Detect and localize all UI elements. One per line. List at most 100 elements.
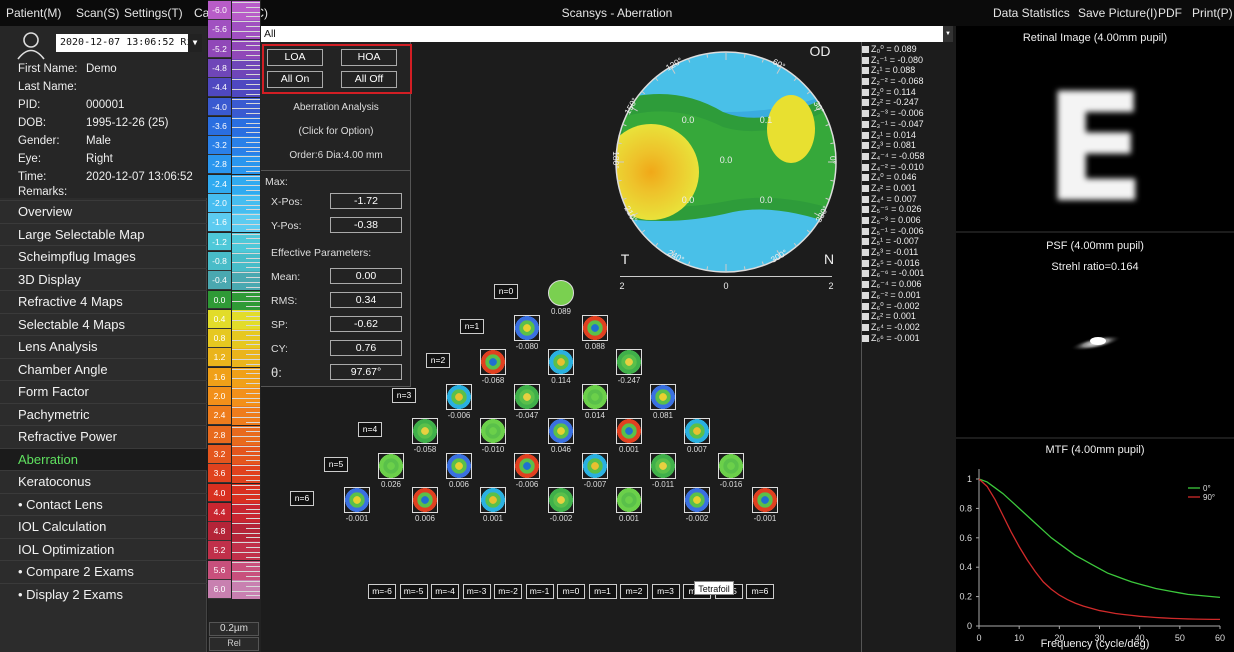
zernike-term-icon[interactable] xyxy=(548,418,574,444)
zernike-list-item[interactable]: Z₆⁶ = -0.001 xyxy=(862,333,954,344)
checkbox-icon[interactable] xyxy=(862,206,869,214)
zernike-term-icon[interactable] xyxy=(514,452,540,479)
menu-patient[interactable]: Patient(M) xyxy=(6,6,61,20)
sidebar-item-iol-optimization[interactable]: IOL Optimization xyxy=(0,537,207,561)
sidebar-item-3d-display[interactable]: 3D Display xyxy=(0,267,207,291)
checkbox-icon[interactable] xyxy=(862,259,869,267)
checkbox-icon[interactable] xyxy=(862,195,869,203)
sidebar-item-refractive-power[interactable]: Refractive Power xyxy=(0,425,207,448)
checkbox-icon[interactable] xyxy=(862,174,869,182)
menu-scan[interactable]: Scan(S) xyxy=(76,6,119,20)
zernike-list-item[interactable]: Z₁¹ = 0.088 xyxy=(862,65,954,76)
zernike-term-icon[interactable] xyxy=(684,487,710,513)
zernike-term-icon[interactable] xyxy=(412,418,438,444)
zernike-list-item[interactable]: Z₂⁰ = 0.114 xyxy=(862,87,954,98)
checkbox-icon[interactable] xyxy=(862,227,869,235)
sidebar-item-pachymetric[interactable]: Pachymetric xyxy=(0,402,207,426)
zernike-list-item[interactable]: Z₅¹ = -0.007 xyxy=(862,236,954,247)
menu-save-picture[interactable]: Save Picture(I) xyxy=(1078,6,1157,20)
zernike-list-item[interactable]: Z₄² = 0.001 xyxy=(862,183,954,194)
zernike-list-item[interactable]: Z₄⁻⁴ = -0.058 xyxy=(862,151,954,162)
sidebar-item-chamber-angle[interactable]: Chamber Angle xyxy=(0,357,207,381)
zernike-term-icon[interactable] xyxy=(548,349,574,375)
zernike-term-icon[interactable] xyxy=(616,349,642,375)
checkbox-icon[interactable] xyxy=(862,334,869,342)
checkbox-icon[interactable] xyxy=(862,302,869,310)
checkbox-icon[interactable] xyxy=(862,313,869,321)
checkbox-icon[interactable] xyxy=(862,56,869,64)
checkbox-icon[interactable] xyxy=(862,88,869,96)
sidebar-item-keratoconus[interactable]: Keratoconus xyxy=(0,470,207,493)
checkbox-icon[interactable] xyxy=(862,249,869,257)
zernike-list-item[interactable]: Z₅³ = -0.011 xyxy=(862,247,954,258)
zernike-term-icon[interactable] xyxy=(548,280,574,306)
menu-pdf[interactable]: PDF xyxy=(1158,6,1182,20)
zernike-term-icon[interactable] xyxy=(480,487,506,513)
zernike-list-item[interactable]: Z₆⁻² = 0.001 xyxy=(862,290,954,301)
sidebar-item-compare-2-exams[interactable]: • Compare 2 Exams xyxy=(0,560,207,583)
all-off-button[interactable]: All Off xyxy=(341,71,397,88)
zernike-term-icon[interactable] xyxy=(582,314,608,341)
exam-select[interactable]: 2020-12-07 13:06:52 Right ▼ xyxy=(56,34,202,52)
sidebar-item-scheimpflug-images[interactable]: Scheimpflug Images xyxy=(0,245,207,268)
zernike-list-item[interactable]: Z₅⁻³ = 0.006 xyxy=(862,215,954,226)
checkbox-icon[interactable] xyxy=(862,46,869,53)
zernike-list-item[interactable]: Z₀⁰ = 0.089 xyxy=(862,44,954,55)
zernike-term-icon[interactable] xyxy=(582,383,608,410)
sidebar-item-overview[interactable]: Overview xyxy=(0,200,207,223)
checkbox-icon[interactable] xyxy=(862,270,869,278)
zernike-list-item[interactable]: Z₃³ = 0.081 xyxy=(862,140,954,151)
zernike-list-item[interactable]: Z₄⁻² = -0.010 xyxy=(862,162,954,173)
checkbox-icon[interactable] xyxy=(862,67,869,75)
hoa-button[interactable]: HOA xyxy=(341,49,397,66)
checkbox-icon[interactable] xyxy=(862,184,869,192)
zernike-term-icon[interactable] xyxy=(378,452,404,479)
zernike-list-item[interactable]: Z₅⁻⁵ = 0.026 xyxy=(862,204,954,215)
zernike-list-item[interactable]: Z₆⁰ = -0.002 xyxy=(862,301,954,312)
zernike-term-icon[interactable] xyxy=(684,418,710,444)
scale-mode[interactable]: Rel xyxy=(209,637,259,651)
checkbox-icon[interactable] xyxy=(862,120,869,128)
zernike-list-item[interactable]: Z₃⁻³ = -0.006 xyxy=(862,108,954,119)
option-hint[interactable]: (Click for Option) xyxy=(261,126,411,137)
zernike-term-icon[interactable] xyxy=(752,487,778,513)
zernike-list-item[interactable]: Z₅⁵ = -0.016 xyxy=(862,258,954,269)
checkbox-icon[interactable] xyxy=(862,152,869,160)
zernike-term-icon[interactable] xyxy=(514,314,540,341)
zernike-list-item[interactable]: Z₂² = -0.247 xyxy=(862,97,954,108)
checkbox-icon[interactable] xyxy=(862,78,869,86)
checkbox-icon[interactable] xyxy=(862,291,869,299)
sidebar-item-contact-lens[interactable]: • Contact Lens xyxy=(0,492,207,516)
zernike-list-item[interactable]: Z₆⁻⁴ = 0.006 xyxy=(862,279,954,290)
zernike-term-icon[interactable] xyxy=(650,383,676,410)
zernike-term-icon[interactable] xyxy=(650,452,676,479)
zernike-term-icon[interactable] xyxy=(480,349,506,375)
all-on-button[interactable]: All On xyxy=(267,71,323,88)
zernike-list-item[interactable]: Z₃¹ = 0.014 xyxy=(862,130,954,141)
checkbox-icon[interactable] xyxy=(862,110,869,118)
zernike-list-item[interactable]: Z₆² = 0.001 xyxy=(862,311,954,322)
zernike-list-item[interactable]: Z₁⁻¹ = -0.080 xyxy=(862,55,954,66)
zernike-term-icon[interactable] xyxy=(480,418,506,444)
checkbox-icon[interactable] xyxy=(862,131,869,139)
sidebar-item-aberration[interactable]: Aberration xyxy=(0,447,207,470)
sidebar-item-display-2-exams[interactable]: • Display 2 Exams xyxy=(0,582,207,606)
zernike-term-icon[interactable] xyxy=(446,452,472,479)
zernike-list-item[interactable]: Z₄⁰ = 0.046 xyxy=(862,172,954,183)
zernike-term-icon[interactable] xyxy=(616,418,642,444)
zernike-list-item[interactable]: Z₄⁴ = 0.007 xyxy=(862,194,954,205)
sidebar-item-lens-analysis[interactable]: Lens Analysis xyxy=(0,335,207,358)
sidebar-item-selectable-4-maps[interactable]: Selectable 4 Maps xyxy=(0,312,207,336)
zernike-term-icon[interactable] xyxy=(446,383,472,410)
zernike-term-icon[interactable] xyxy=(548,487,574,513)
checkbox-icon[interactable] xyxy=(862,99,869,107)
sidebar-item-form-factor[interactable]: Form Factor xyxy=(0,380,207,403)
zernike-term-icon[interactable] xyxy=(412,487,438,513)
checkbox-icon[interactable] xyxy=(862,163,869,171)
zernike-list-item[interactable]: Z₆⁴ = -0.002 xyxy=(862,322,954,333)
zernike-term-icon[interactable] xyxy=(582,452,608,479)
zernike-list-item[interactable]: Z₂⁻² = -0.068 xyxy=(862,76,954,87)
zernike-term-icon[interactable] xyxy=(718,452,744,479)
menu-settings[interactable]: Settings(T) xyxy=(124,6,183,20)
menu-print[interactable]: Print(P) xyxy=(1192,6,1233,20)
